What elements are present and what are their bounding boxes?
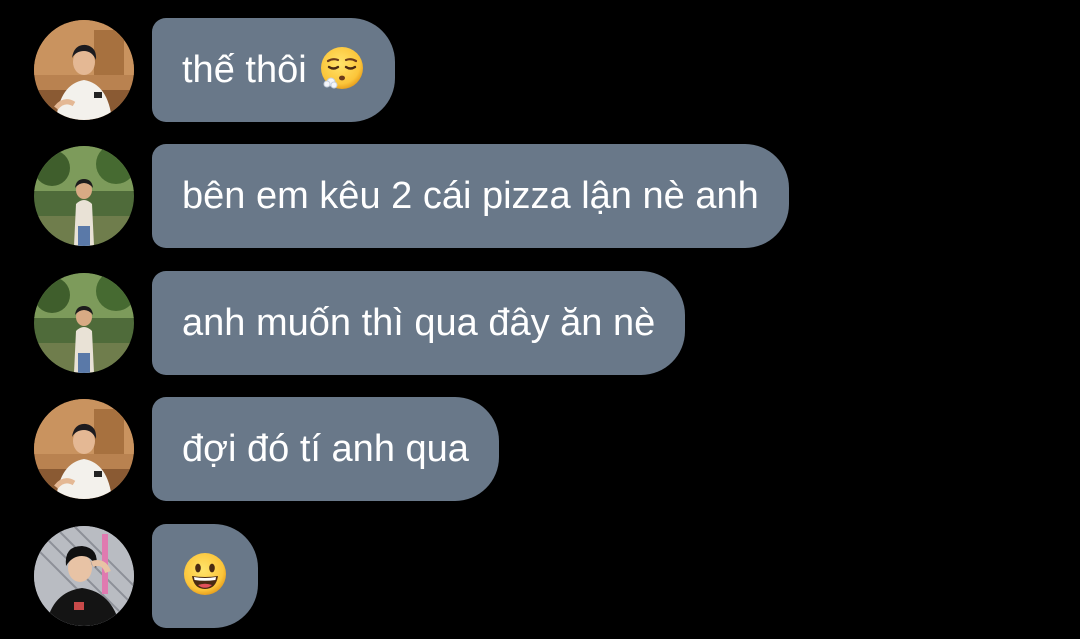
message-text: bên em kêu 2 cái pizza lận nè anh [182,175,759,217]
avatar[interactable] [34,20,134,120]
message-bubble[interactable]: đợi đó tí anh qua [152,397,499,501]
avatar-white-shirt-image [34,20,134,120]
message-bubble[interactable]: bên em kêu 2 cái pizza lận nè anh [152,144,789,248]
avatar[interactable] [34,399,134,499]
message-text: thế thôi [182,49,307,91]
grinning-face-emoji [182,551,228,602]
relieved-sleepy-face-emoji [319,45,365,96]
message-text: đợi đó tí anh qua [182,428,469,470]
avatar-white-shirt-image [34,399,134,499]
avatar[interactable] [34,146,134,246]
message-bubble[interactable]: thế thôi [152,18,395,122]
avatar[interactable] [34,273,134,373]
avatar[interactable] [34,526,134,626]
message-bubble[interactable]: anh muốn thì qua đây ăn nè [152,271,686,375]
message-bubble[interactable] [152,524,258,628]
avatar-outdoor-image [34,146,134,246]
avatar-dark-shirt-image [34,526,134,626]
message-text: anh muốn thì qua đây ăn nè [182,302,656,344]
avatar-outdoor-image [34,273,134,373]
